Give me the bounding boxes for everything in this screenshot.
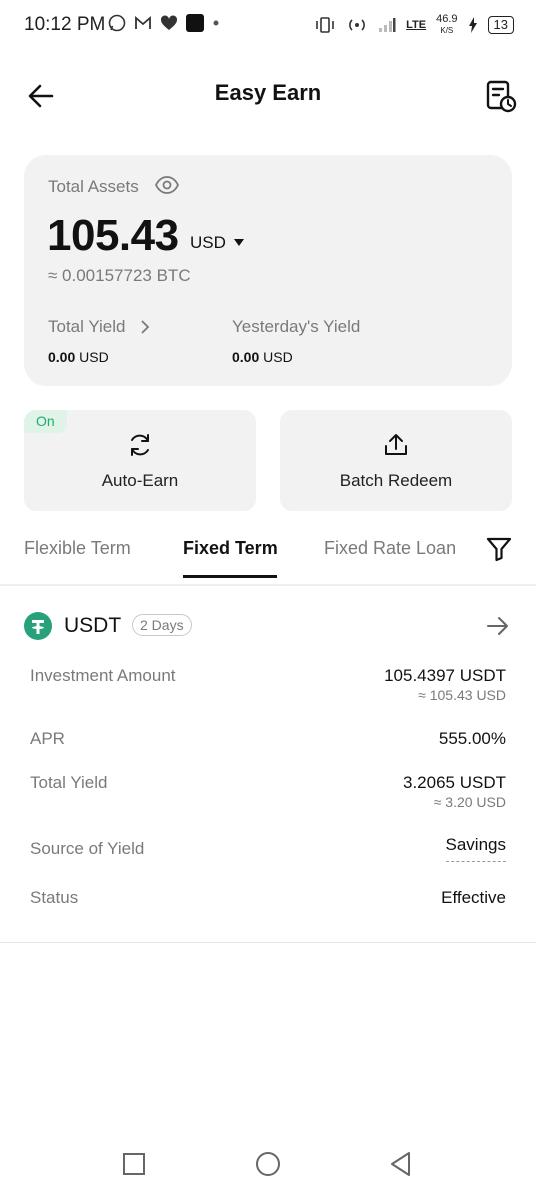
currency-selector[interactable]: USD <box>190 233 244 253</box>
hotspot-icon <box>349 19 366 31</box>
refresh-icon <box>24 432 256 458</box>
whatsapp-icon <box>108 14 126 32</box>
investment-amount-usd: ≈ 105.43 USD <box>418 687 506 703</box>
coin-name: USDT <box>64 614 122 637</box>
tabs-divider <box>0 584 536 586</box>
filter-icon <box>486 537 512 562</box>
total-assets-label: Total Assets <box>48 177 139 196</box>
total-yield-value: 0.00 USD <box>48 349 109 365</box>
circle-icon <box>256 1152 280 1176</box>
square-app-icon <box>186 14 204 32</box>
total-yield-label: Total Yield <box>30 773 108 792</box>
back-nav-button[interactable] <box>387 1150 415 1178</box>
charging-icon <box>468 17 477 33</box>
chevron-right-icon[interactable] <box>140 319 150 340</box>
product-detail-button[interactable] <box>486 614 510 643</box>
batch-redeem-button[interactable]: Batch Redeem <box>280 410 512 511</box>
term-badge: 2 Days <box>132 614 192 636</box>
auto-earn-label: Auto-Earn <box>101 471 179 490</box>
eye-icon[interactable] <box>154 175 180 200</box>
btc-equivalent: ≈ 0.00157723 BTC <box>48 266 191 285</box>
recent-apps-button[interactable] <box>120 1150 148 1178</box>
net-speed-value: 46.9 <box>436 13 458 25</box>
net-speed-unit: K/S <box>440 26 454 35</box>
total-yield-number: 0.00 <box>48 349 76 365</box>
apr-value: 555.00% <box>438 729 506 748</box>
arrow-right-icon <box>487 617 508 635</box>
status-time: 10:12 PM <box>24 14 106 35</box>
total-yield-usd: ≈ 3.20 USD <box>433 794 506 810</box>
yesterday-yield-label: Yesterday's Yield <box>232 317 361 336</box>
status-value: Effective <box>441 888 506 907</box>
product-divider <box>0 942 536 943</box>
source-of-yield-label: Source of Yield <box>30 839 145 858</box>
tab-flexible-term[interactable]: Flexible Term <box>24 538 131 559</box>
total-yield-usdt: 3.2065 USDT <box>403 773 506 792</box>
history-doc-icon <box>486 80 517 113</box>
home-button[interactable] <box>254 1150 282 1178</box>
auto-earn-status-badge: On <box>24 410 67 433</box>
network-type: LTE <box>406 19 427 31</box>
triangle-back-icon <box>391 1152 410 1176</box>
net-speed: 46.9 K/S <box>436 14 457 36</box>
filter-button[interactable] <box>485 535 513 568</box>
total-assets-card: Total Assets 105.43 USD ≈ 0.00157723 BTC… <box>24 155 512 386</box>
vibrate-icon <box>316 17 334 33</box>
usdt-coin-icon <box>24 612 52 640</box>
investment-amount-label: Investment Amount <box>30 666 176 685</box>
status-bar: 10:12 PM LTE 46.9 K/S 13 <box>0 0 536 56</box>
notification-icons <box>108 14 220 32</box>
active-tab-indicator <box>183 575 277 578</box>
yesterday-yield-number: 0.00 <box>232 349 260 365</box>
caret-down-icon <box>233 239 244 246</box>
source-of-yield-value[interactable]: Savings <box>445 835 506 862</box>
system-icons: LTE 46.9 K/S 13 <box>314 14 514 36</box>
tab-fixed-term[interactable]: Fixed Term <box>183 538 278 559</box>
yesterday-yield-value: 0.00 USD <box>232 349 293 365</box>
gmail-icon <box>135 16 151 29</box>
share-upload-icon <box>280 432 512 458</box>
battery-indicator: 13 <box>487 16 514 34</box>
batch-redeem-label: Batch Redeem <box>339 471 453 490</box>
yesterday-yield-unit: USD <box>263 349 293 365</box>
page-title: Easy Earn <box>214 80 322 105</box>
total-assets-amount: 105.43 <box>47 211 179 260</box>
history-button[interactable] <box>482 78 518 114</box>
status-label: Status <box>30 888 79 907</box>
square-icon <box>123 1153 145 1175</box>
tab-fixed-rate-loan[interactable]: Fixed Rate Loan <box>324 538 456 559</box>
total-yield-link[interactable]: Total Yield <box>48 317 126 337</box>
total-yield-unit: USD <box>79 349 109 365</box>
investment-amount-value: 105.4397 USDT <box>384 666 506 685</box>
apr-label: APR <box>30 729 65 748</box>
dot-icon <box>213 20 219 26</box>
currency-label: USD <box>190 233 226 252</box>
heart-icon <box>160 15 178 30</box>
signal-icon <box>379 18 396 32</box>
auto-earn-button[interactable]: On Auto-Earn <box>24 410 256 511</box>
